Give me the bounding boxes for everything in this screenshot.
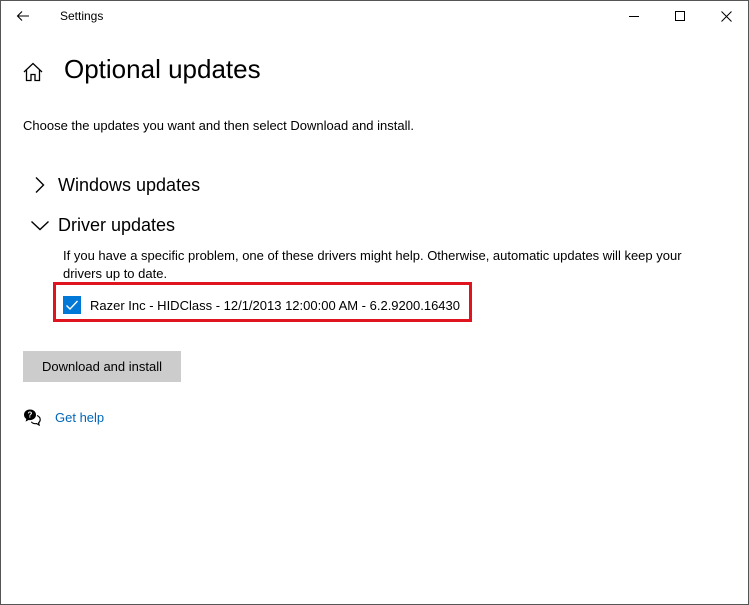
intro-text: Choose the updates you want and then sel… xyxy=(23,118,414,133)
close-button[interactable] xyxy=(703,1,748,31)
windows-updates-toggle[interactable]: Windows updates xyxy=(29,171,200,199)
settings-window: Settings Optional updates Choose the upd… xyxy=(0,0,749,605)
driver-updates-description: If you have a specific problem, one of t… xyxy=(63,248,682,281)
maximize-button[interactable] xyxy=(657,1,703,31)
window-title: Settings xyxy=(60,9,104,23)
get-help-row[interactable]: ? Get help xyxy=(23,407,104,427)
maximize-icon xyxy=(675,11,685,21)
driver-checkbox[interactable] xyxy=(63,296,81,314)
minimize-button[interactable] xyxy=(611,1,657,31)
back-arrow-icon xyxy=(16,11,29,21)
svg-text:?: ? xyxy=(28,411,33,420)
checkmark-icon xyxy=(66,300,79,311)
help-chat-icon: ? xyxy=(24,409,41,426)
download-and-install-button[interactable]: Download and install xyxy=(23,351,181,382)
driver-update-item[interactable]: Razer Inc - HIDClass - 12/1/2013 12:00:0… xyxy=(63,294,460,316)
minimize-icon xyxy=(629,16,639,17)
back-button[interactable] xyxy=(7,1,39,31)
chevron-down-icon xyxy=(29,214,51,236)
chevron-right-icon xyxy=(29,174,51,196)
close-icon xyxy=(720,10,732,22)
driver-updates-toggle[interactable]: Driver updates xyxy=(29,211,175,239)
title-bar: Settings xyxy=(1,1,748,31)
driver-updates-label: Driver updates xyxy=(58,214,176,235)
windows-updates-label: Windows updates xyxy=(58,174,201,195)
page-title: Optional updates xyxy=(64,54,261,84)
get-help-link[interactable]: Get help xyxy=(55,410,104,425)
home-icon[interactable] xyxy=(22,61,44,83)
driver-update-label: Razer Inc - HIDClass - 12/1/2013 12:00:0… xyxy=(90,297,460,313)
